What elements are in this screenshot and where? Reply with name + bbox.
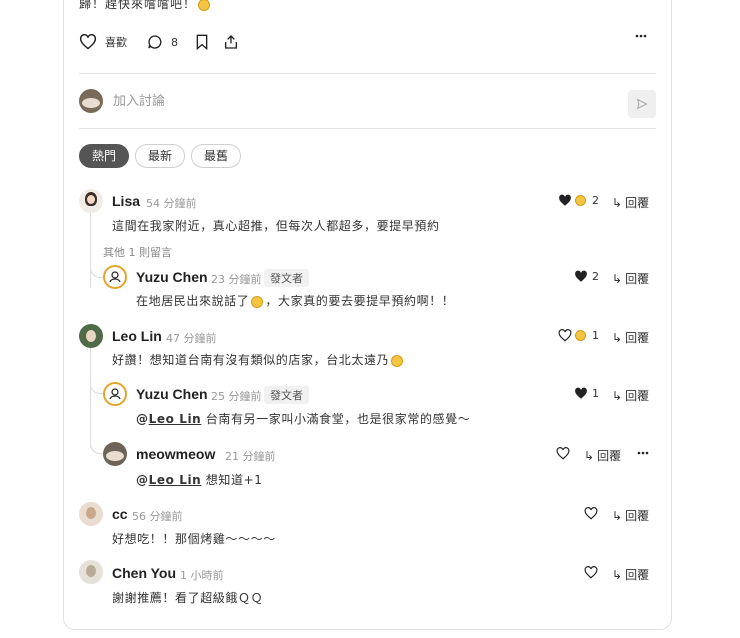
like-count: 2 [592, 270, 599, 283]
like-count: 2 [592, 194, 599, 207]
heart-filled-icon[interactable] [558, 194, 572, 207]
mention-link[interactable]: Leo Lin [149, 412, 202, 426]
author-badge: 發文者 [264, 269, 309, 287]
reaction-emoji-icon [575, 330, 586, 341]
comment-composer: 加入討論 [79, 88, 656, 118]
like-button[interactable] [556, 447, 570, 460]
heart-filled-icon[interactable] [574, 270, 588, 283]
like-button[interactable] [584, 566, 598, 579]
laughing-emoji-icon [391, 354, 404, 367]
post-action-bar: 喜歡 8 [79, 34, 656, 54]
comment-time: 47 分鐘前 [166, 332, 217, 345]
like-count: 1 [592, 387, 599, 400]
reply-arrow-icon: ↳ [612, 195, 623, 210]
avatar[interactable] [103, 442, 127, 466]
comment-reactions: 2 [574, 270, 599, 283]
comment-time: 21 分鐘前 [225, 450, 276, 463]
sweat-smile-emoji-icon [251, 295, 264, 308]
bookmark-icon [195, 34, 209, 50]
comment-author[interactable]: Lisa [112, 193, 140, 209]
current-user-avatar [79, 89, 103, 113]
comment-text: 謝謝推薦！看了超級餓ＱＱ [112, 591, 264, 605]
comment-count: 8 [171, 35, 178, 49]
reply-arrow-icon: ↳ [612, 388, 623, 403]
reaction-emoji-icon [575, 195, 586, 206]
more-horizontal-icon [637, 451, 649, 455]
tab-oldest[interactable]: 最舊 [191, 144, 242, 168]
reply-button[interactable]: ↳ 回覆 [584, 447, 621, 464]
avatar[interactable] [103, 265, 127, 289]
avatar[interactable] [79, 324, 103, 348]
comment-input[interactable]: 加入討論 [113, 90, 165, 109]
send-icon [636, 98, 648, 110]
comment-button[interactable]: 8 [147, 34, 178, 50]
comment-more-button[interactable] [637, 451, 649, 455]
heart-filled-icon[interactable] [574, 387, 588, 400]
comment-time: 25 分鐘前 [211, 390, 262, 403]
reply-arrow-icon: ↳ [612, 508, 623, 523]
heart-icon[interactable] [558, 329, 572, 342]
thread-line [90, 348, 91, 448]
bookmark-button[interactable] [195, 34, 209, 50]
like-button[interactable]: 喜歡 [79, 34, 127, 50]
reply-button[interactable]: ↳ 回覆 [612, 387, 649, 404]
send-button[interactable] [628, 90, 656, 118]
more-options-button[interactable] [635, 34, 647, 38]
like-button[interactable] [584, 507, 598, 520]
reply-arrow-icon: ↳ [612, 271, 623, 286]
reply-button[interactable]: ↳ 回覆 [612, 507, 649, 524]
tab-hot[interactable]: 熱門 [79, 144, 130, 168]
comment-author[interactable]: Leo Lin [112, 328, 162, 344]
comment-text: @Leo Lin 想知道+1 [136, 473, 263, 487]
avatar[interactable] [103, 382, 127, 406]
comment-author[interactable]: Yuzu Chen [136, 269, 208, 285]
divider [79, 128, 656, 129]
reply-button[interactable]: ↳ 回覆 [612, 329, 649, 346]
comment-icon [147, 34, 163, 50]
divider [79, 73, 656, 74]
comment-author[interactable]: meowmeow [136, 446, 215, 462]
comment-author[interactable]: Yuzu Chen [136, 386, 208, 402]
reply-button[interactable]: ↳ 回覆 [612, 194, 649, 211]
comment-time: 23 分鐘前 [211, 273, 262, 286]
avatar[interactable] [79, 502, 103, 526]
comment-text: 這間在我家附近，真心超推，但每次人都超多，要提早預約 [112, 219, 440, 233]
reply-button[interactable]: ↳ 回覆 [612, 566, 649, 583]
comment-time: 56 分鐘前 [132, 510, 183, 523]
comment-author[interactable]: Chen You [112, 565, 176, 581]
avatar[interactable] [79, 189, 103, 213]
share-button[interactable] [223, 34, 239, 50]
reply-arrow-icon: ↳ [612, 567, 623, 582]
heart-icon [584, 566, 598, 579]
comment-author[interactable]: cc [112, 506, 128, 522]
like-count: 1 [592, 329, 599, 342]
mention-link[interactable]: Leo Lin [149, 473, 202, 487]
reply-arrow-icon: ↳ [612, 330, 623, 345]
more-replies-link[interactable]: 其他 1 則留言 [103, 244, 172, 260]
reply-arrow-icon: ↳ [584, 448, 595, 463]
comment-time: 1 小時前 [180, 569, 224, 582]
heart-icon [79, 34, 97, 50]
more-horizontal-icon [635, 34, 647, 38]
comment-reactions: 1 [558, 329, 599, 342]
comment-reactions: 1 [574, 387, 599, 400]
reply-button[interactable]: ↳ 回覆 [612, 270, 649, 287]
comment-reactions: 2 [558, 194, 599, 207]
sort-tabs: 熱門 最新 最舊 [79, 144, 242, 168]
author-badge: 發文者 [264, 386, 309, 404]
avatar[interactable] [79, 560, 103, 584]
comment-text: 好想吃！！那個烤雞～～～～ [112, 532, 276, 546]
comment-text: @Leo Lin 台南有另一家叫小滿食堂，也是很家常的感覺～ [136, 412, 471, 426]
like-label: 喜歡 [105, 36, 127, 49]
comment-text: 好讚！想知道台南有沒有類似的店家，台北太遠乃 [112, 351, 405, 368]
comment-time: 54 分鐘前 [146, 197, 197, 210]
post-text-tail: 歸！趕快來嚐嚐吧！ [79, 0, 212, 12]
comment-text: 在地居民出來說話了 ，大家真的要去要提早預約啊！！ [136, 294, 455, 308]
smile-emoji-icon [198, 0, 211, 11]
thread-line [90, 213, 91, 288]
share-icon [223, 34, 239, 50]
tab-newest[interactable]: 最新 [135, 144, 186, 168]
heart-icon [584, 507, 598, 520]
heart-icon [556, 447, 570, 460]
